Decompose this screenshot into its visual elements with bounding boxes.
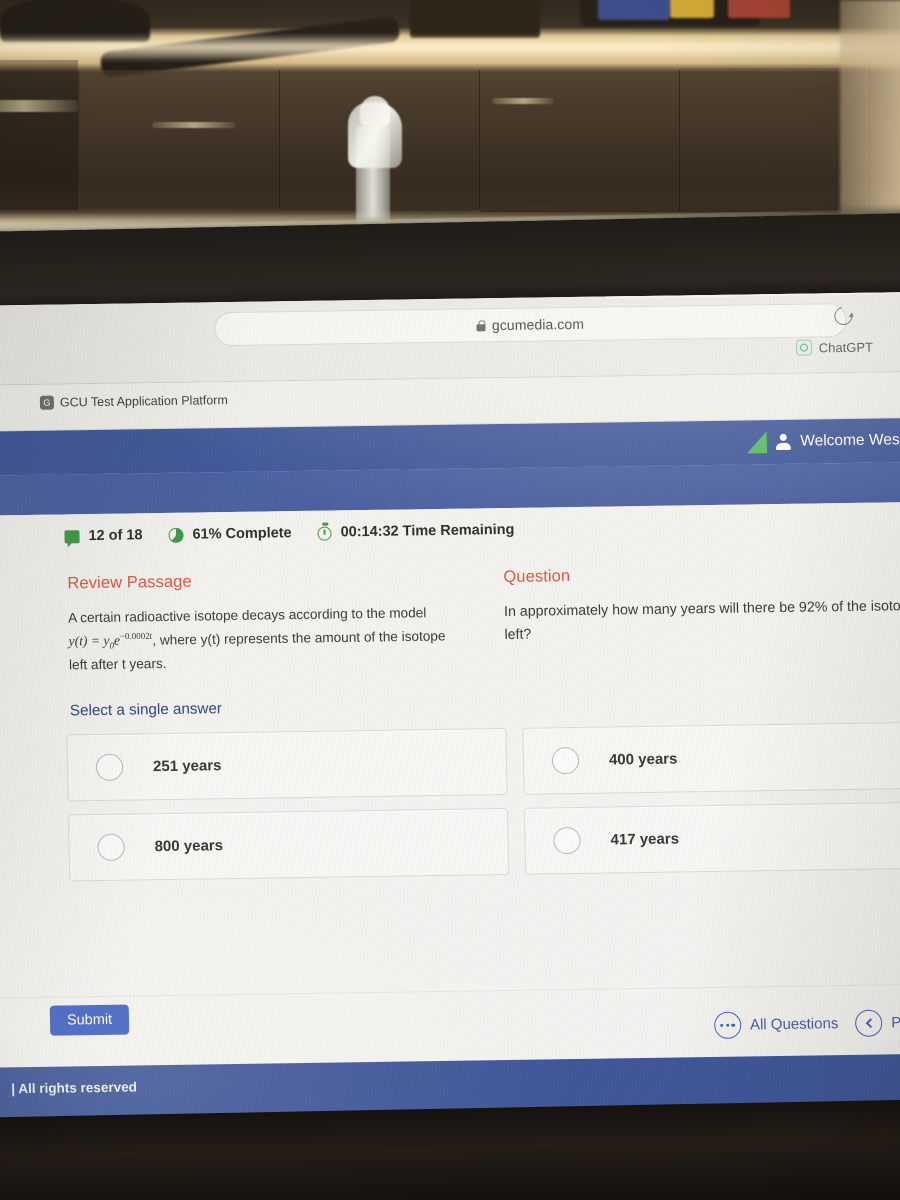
url-bar[interactable]: gcumedia.com (214, 302, 847, 347)
bookmark-gcu-test-application-platform[interactable]: G GCU Test Application Platform (39, 393, 228, 410)
cabinet-panel (80, 70, 280, 208)
cabinet-handle (152, 122, 236, 128)
question-progress: 12 of 18 (64, 527, 143, 545)
decay-formula: y(t) = y0e−0.0002t (68, 631, 153, 651)
counter-highlight (0, 34, 900, 60)
shelf-object-box-yellow (670, 0, 714, 18)
browser-chrome: gcumedia.com (0, 291, 900, 386)
percent-complete-label: 61% Complete (192, 525, 292, 543)
answer-option[interactable]: 800 years (67, 807, 510, 882)
question-heading: Question (503, 567, 571, 587)
question-navigation: All Questions Prev (713, 1008, 900, 1039)
bookmark-label: GCU Test Application Platform (59, 393, 228, 410)
radio-button[interactable] (551, 746, 580, 775)
formula-lhs: y(t) = y (68, 633, 110, 649)
passage-line-2-tail: , where y(t) represents the amount of th… (152, 628, 446, 648)
answer-option-label: 417 years (610, 830, 680, 849)
question-panel: Question In approximately how many years… (503, 562, 900, 647)
prev-label: Prev (891, 1013, 900, 1032)
all-questions-label: All Questions (749, 1015, 839, 1034)
cabinet-handle (492, 98, 554, 104)
navbar-right-group: Welcome Wesley A A C (747, 417, 900, 464)
stopwatch-icon (317, 526, 332, 541)
review-passage-panel: Review Passage A certain radioactive iso… (67, 569, 469, 678)
percent-complete: 61% Complete (168, 525, 292, 543)
answer-option[interactable]: 251 years (66, 728, 508, 802)
question-body: In approximately how many years will the… (503, 597, 900, 644)
submit-button[interactable]: Submit (49, 1004, 130, 1036)
url-text: gcumedia.com (491, 315, 585, 334)
flag-icon (64, 529, 80, 543)
photo-scene: gcumedia.com ChatGPT G GCU Test Applicat… (0, 0, 900, 1200)
answer-option-label: 251 years (152, 757, 222, 776)
assessment-action-bar: Submit All Questions Prev (0, 983, 900, 1068)
prev-question-button[interactable]: Prev (855, 1009, 900, 1037)
laptop-screen: gcumedia.com ChatGPT G GCU Test Applicat… (0, 291, 900, 1146)
review-passage-body: A certain radioactive isotope decays acc… (68, 602, 469, 678)
select-answer-instruction: Select a single answer (69, 700, 223, 720)
radio-button[interactable] (553, 826, 581, 855)
gcu-triangle-logo (747, 431, 768, 454)
answer-option[interactable]: 417 years (523, 801, 900, 875)
all-questions-button[interactable]: All Questions (713, 1010, 839, 1039)
browser-tab-chatgpt[interactable]: ChatGPT (795, 339, 874, 356)
copyright-text: | All rights reserved (11, 1079, 138, 1097)
chatgpt-favicon-icon (795, 339, 812, 356)
answer-options-grid: 251 years 400 years 800 years 417 years (66, 721, 900, 882)
chevron-left-icon (855, 1009, 883, 1037)
shelf-object-box-red (728, 0, 790, 18)
passage-line-1: A certain radioactive isotope decays acc… (67, 605, 427, 626)
shelf-object-knives (410, 0, 540, 38)
radio-button[interactable] (97, 833, 125, 862)
answer-option[interactable]: 400 years (522, 721, 900, 795)
appliance-dark (0, 60, 78, 210)
appliance-handle (0, 100, 78, 112)
question-progress-label: 12 of 18 (88, 527, 143, 545)
welcome-user-label[interactable]: Welcome Wesley A A C (800, 430, 900, 450)
gcu-favicon-icon: G (39, 395, 55, 410)
answer-option-label: 800 years (154, 837, 224, 856)
tab-label: ChatGPT (818, 339, 874, 355)
formula-exponent: −0.0002t (119, 631, 153, 642)
passage-line-3: left after t years. (68, 656, 167, 673)
time-remaining: 00:14:32 Time Remaining (317, 521, 515, 541)
vial-cap-top (360, 96, 390, 126)
lock-icon (477, 320, 486, 331)
cabinet-panel (480, 70, 680, 212)
person-icon (776, 434, 791, 450)
radio-button[interactable] (95, 753, 124, 782)
ellipsis-icon (713, 1011, 742, 1039)
answer-option-label: 400 years (608, 750, 678, 769)
pie-chart-icon (168, 527, 184, 543)
shelf-object-box-blue (598, 0, 670, 20)
review-passage-heading: Review Passage (67, 572, 192, 593)
laptop-bezel-bottom (0, 1098, 900, 1200)
time-remaining-label: 00:14:32 Time Remaining (340, 521, 515, 541)
